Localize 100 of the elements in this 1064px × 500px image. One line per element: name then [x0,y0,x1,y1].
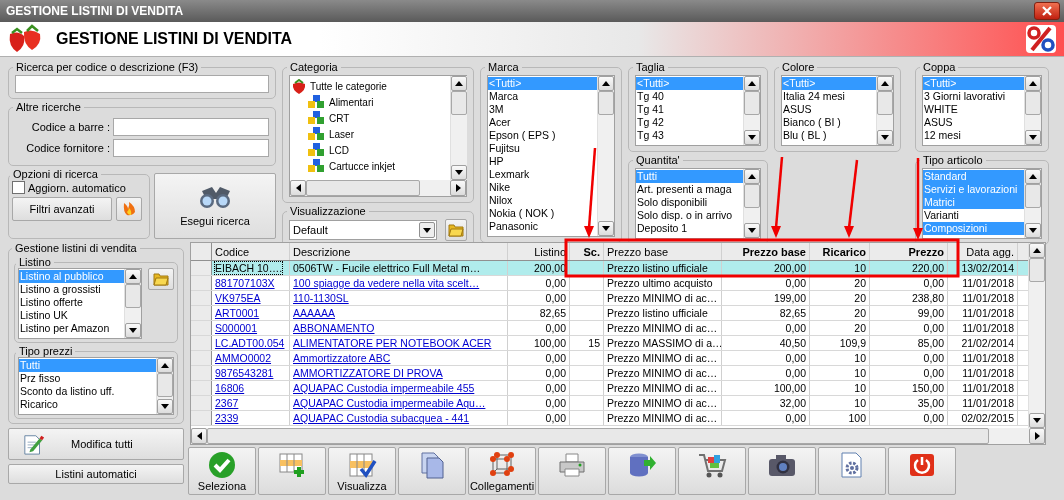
table-row[interactable]: 2367 AQUAPAC Custodia impermeabile Aqu… 0,00 Prezzo MINIMO di ac… 32,00 10 35,00 11/01/2018 [191,396,1028,411]
table-link[interactable]: 2367 [215,397,239,409]
list-item[interactable]: Sconto da listino uff. [19,385,156,398]
folder-button[interactable] [445,219,467,241]
table-row[interactable]: LC.ADT00.054 ALIMENTATORE PER NOTEBOOK ACER 100,00 15 Prezzo MASSIMO di a… 40,50 109,9 85,00 21/02/2014 [191,336,1028,351]
list-item[interactable]: Bianco ( BI ) [782,116,876,129]
list-item[interactable]: ASUS [782,103,876,116]
scroll-bar[interactable] [124,269,141,338]
tree-item[interactable]: Tutte le categorie [292,78,448,94]
table-row[interactable]: S000001 ABBONAMENTO 0,00 Prezzo MINIMO di ac… 0,00 20 0,00 11/01/2018 [191,321,1028,336]
list-item[interactable]: Art. presenti a maga [636,183,743,196]
list-item[interactable]: Tg 43 [636,129,743,142]
list-item[interactable]: Acer [488,116,597,129]
list-item[interactable]: Tg 41 [636,103,743,116]
list-item[interactable]: Italia 24 mesi [782,90,876,103]
table-link[interactable]: ABBONAMENTO [293,322,375,334]
list-item[interactable]: Marca [488,90,597,103]
list-item[interactable]: Listino per Amazon [19,322,124,335]
list-item[interactable]: Listino offerte [19,296,124,309]
table-link[interactable]: LC.ADT00.054 [215,337,285,349]
list-item[interactable]: Epson ( EPS ) [488,129,597,142]
tree-item[interactable]: Laser [292,126,448,142]
scroll-bar[interactable] [743,169,760,238]
scroll-bar[interactable] [597,76,614,236]
horizontal-scroll-bar[interactable] [191,428,1045,444]
list-item[interactable]: Blu ( BL ) [782,129,876,142]
table-row[interactable]: EIBACH 10…. 0506TW - Fucile elettrico Full Metal m… 200,00 Prezzo listino ufficiale 200,00 10 220,00 13/02/2014 [191,261,1028,276]
close-button[interactable] [1034,2,1060,20]
toolbar-button[interactable] [608,447,676,495]
table-row[interactable]: ART0001 AAAAAA 82,65 Prezzo listino ufficiale 82,65 20 99,00 11/01/2018 [191,306,1028,321]
list-item[interactable]: HP [488,155,597,168]
column-header[interactable]: Prezzo base [604,243,722,260]
list-item[interactable]: Deposito 1 [636,222,743,235]
table-link[interactable]: AMMO0002 [215,352,272,364]
list-item[interactable]: ASUS [923,116,1024,129]
list-item[interactable]: Solo disp. o in arrivo [636,209,743,222]
column-header[interactable]: Descrizione [290,243,508,260]
table-link[interactable]: 9876543281 [215,367,274,379]
list-item[interactable]: Listino UK [19,309,124,322]
table-row[interactable]: 9876543281 AMMORTIZZATORE DI PROVA 0,00 Prezzo MINIMO di ac… 0,00 10 0,00 11/01/2018 [191,366,1028,381]
list-item[interactable]: Lexmark [488,168,597,181]
tree-item[interactable]: Alimentari [292,94,448,110]
column-header[interactable]: Prezzo base [722,243,810,260]
column-header[interactable]: Listino [508,243,570,260]
table-row[interactable]: AMMO0002 Ammortizzatore ABC 0,00 Prezzo MINIMO di ac… 0,00 10 0,00 11/01/2018 [191,351,1028,366]
table-link[interactable]: AQUAPAC Custodia impermeabile Aqu… [293,397,486,409]
edit-all-button[interactable]: Modifica tutti [8,428,184,460]
advanced-filters-button[interactable]: Filtri avanzati [12,197,112,221]
list-item[interactable]: Prz fisso [19,372,156,385]
input-field[interactable] [113,118,269,136]
folder-button[interactable] [148,268,174,290]
table-link[interactable]: ALIMENTATORE PER NOTEBOOK ACER [293,337,492,349]
list-item[interactable]: Tg 42 [636,116,743,129]
toolbar-button[interactable] [888,447,956,495]
table-link[interactable]: 2339 [215,412,239,424]
toolbar-button[interactable] [678,447,746,495]
table-row[interactable]: 881707103X 100 spiagge da vedere nella vita scelt… 0,00 Prezzo ultimo acquisto 0,00 20 0,00 11/01/2018 [191,276,1028,291]
tree-item[interactable]: Cartucce inkjet [292,158,448,174]
table-link[interactable]: AAAAAA [293,307,336,319]
column-header[interactable]: Codice [212,243,290,260]
display-dropdown[interactable]: Default [289,220,437,240]
scroll-bar[interactable] [156,358,173,414]
toolbar-button[interactable]: Seleziona [188,447,256,495]
input-field[interactable] [113,139,269,157]
scroll-bar[interactable] [743,76,760,145]
list-item[interactable]: 12 mesi [923,129,1024,142]
scroll-bar[interactable] [1024,169,1041,238]
run-search-button[interactable]: Esegui ricerca [154,173,276,239]
tree-item[interactable]: CRT [292,110,448,126]
table-link[interactable]: AQUAPAC Custodia impermeabile 455 [293,382,475,394]
scroll-bar[interactable] [450,76,467,180]
table-link[interactable]: 16806 [215,382,245,394]
column-header[interactable]: Sc. [570,243,604,260]
column-header[interactable]: Prezzo [870,243,948,260]
table-link[interactable]: S000001 [215,322,258,334]
table-row[interactable]: 16806 AQUAPAC Custodia impermeabile 455 0,00 Prezzo MINIMO di ac… 100,00 10 150,00 11/01/2018 [191,381,1028,396]
list-item[interactable]: Solo disponibili [636,196,743,209]
list-item[interactable]: Nilox [488,194,597,207]
list-item[interactable]: 3M [488,103,597,116]
toolbar-button[interactable]: Visualizza [328,447,396,495]
table-link[interactable]: 881707103X [215,277,275,289]
list-item[interactable]: WHITE [923,103,1024,116]
table-link[interactable]: Ammortizzatore ABC [293,352,391,364]
search-field[interactable] [15,75,269,93]
table-link[interactable]: AMMORTIZZATORE DI PROVA [293,367,443,379]
table-link[interactable]: AQUAPAC Custodia subacquea - 441 [293,412,470,424]
table-link[interactable]: VK975EA [215,292,261,304]
table-link[interactable]: 100 spiagge da vedere nella vita scelt… [293,277,480,289]
horizontal-scroll-bar[interactable] [290,180,466,196]
scroll-bar[interactable] [876,76,893,145]
list-item[interactable]: Ricarico [19,398,156,411]
table-row[interactable]: 2339 AQUAPAC Custodia subacquea - 441 0,00 Prezzo MINIMO di ac… 0,00 100 0,00 02/02/2015 [191,411,1028,426]
list-item[interactable]: Fujitsu [488,142,597,155]
list-item[interactable]: Tg 40 [636,90,743,103]
flame-button[interactable] [116,197,142,221]
column-header[interactable]: Ricarico [810,243,870,260]
list-item[interactable]: Varianti [923,209,1024,222]
list-item[interactable]: Nokia ( NOK ) [488,207,597,220]
toolbar-button[interactable] [748,447,816,495]
auto-lists-button[interactable]: Listini automatici [8,464,184,484]
